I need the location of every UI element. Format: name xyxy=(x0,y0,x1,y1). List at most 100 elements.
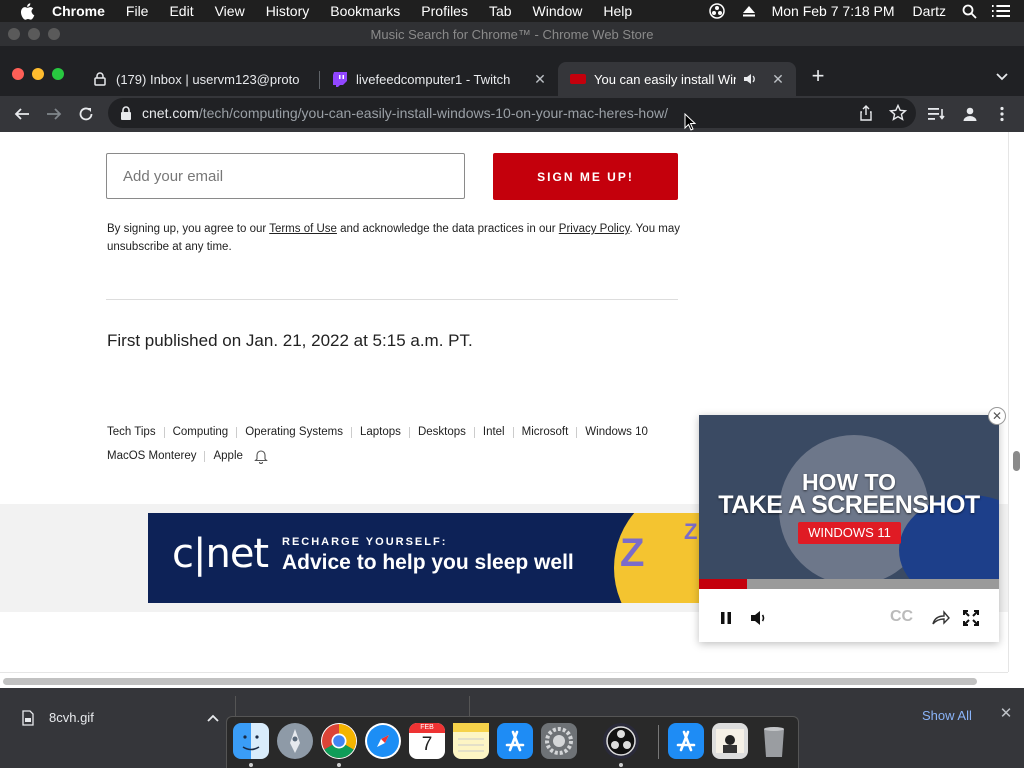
fullscreen-icon[interactable] xyxy=(961,608,981,628)
window-title: Music Search for Chrome™ - Chrome Web St… xyxy=(370,27,654,42)
terms-of-use-link[interactable]: Terms of Use xyxy=(269,223,337,235)
system-preferences-icon[interactable] xyxy=(541,723,577,759)
banner-kicker: RECHARGE YOURSELF: xyxy=(282,536,448,548)
speaker-audio-icon[interactable] xyxy=(742,71,758,87)
close-window-button[interactable] xyxy=(12,68,24,80)
tag-apple[interactable]: Apple xyxy=(213,450,242,462)
tab-strip: (179) Inbox | uservm123@proto livefeedco… xyxy=(0,46,1024,96)
show-all-downloads-link[interactable]: Show All xyxy=(922,708,972,723)
legal-text-middle: and acknowledge the data practices in ou… xyxy=(336,223,559,235)
menu-profiles[interactable]: Profiles xyxy=(421,3,468,19)
tag-intel[interactable]: Intel xyxy=(483,426,505,438)
menu-history[interactable]: History xyxy=(266,3,310,19)
menu-app-chrome[interactable]: Chrome xyxy=(52,3,105,19)
tag-desktops[interactable]: Desktops xyxy=(418,426,466,438)
email-input[interactable] xyxy=(106,153,465,199)
bell-notify-icon[interactable] xyxy=(253,448,269,464)
menu-window[interactable]: Window xyxy=(533,3,583,19)
forward-arrow-icon[interactable] xyxy=(44,104,64,124)
menu-bookmarks[interactable]: Bookmarks xyxy=(330,3,400,19)
dock-separator xyxy=(658,725,659,759)
launchpad-icon[interactable] xyxy=(277,723,313,759)
tag-tech-tips[interactable]: Tech Tips xyxy=(107,426,156,438)
menu-help[interactable]: Help xyxy=(603,3,632,19)
zoom-window-button[interactable] xyxy=(52,68,64,80)
tag-microsoft[interactable]: Microsoft xyxy=(522,426,569,438)
floating-video-player[interactable]: HOW TO TAKE A SCREENSHOT WINDOWS 11 CC xyxy=(699,415,999,642)
tag-windows-10[interactable]: Windows 10 xyxy=(585,426,648,438)
horizontal-scrollbar[interactable] xyxy=(0,672,1008,688)
pause-icon[interactable] xyxy=(716,608,736,628)
notes-icon[interactable] xyxy=(453,723,489,759)
tag-computing[interactable]: Computing xyxy=(173,426,229,438)
tag-macos-monterey[interactable]: MacOS Monterey xyxy=(107,450,196,462)
file-icon xyxy=(22,710,34,726)
video-progress-bar[interactable] xyxy=(699,579,999,589)
banner-headline: Advice to help you sleep well xyxy=(282,551,574,574)
closed-captions-button[interactable]: CC xyxy=(890,608,913,626)
app-store-downloads-icon[interactable] xyxy=(668,723,704,759)
video-frame[interactable]: HOW TO TAKE A SCREENSHOT WINDOWS 11 xyxy=(699,415,999,589)
menu-view[interactable]: View xyxy=(215,3,245,19)
menu-edit[interactable]: Edit xyxy=(169,3,193,19)
new-tab-button[interactable]: + xyxy=(808,65,828,87)
safari-icon[interactable] xyxy=(365,723,401,759)
profile-avatar-icon[interactable] xyxy=(960,104,980,124)
macos-dock: FEB 7 xyxy=(226,716,799,768)
vertical-scrollbar[interactable] xyxy=(1008,132,1024,672)
preview-photo-icon[interactable] xyxy=(712,723,748,759)
control-center-icon[interactable] xyxy=(992,2,1010,20)
trash-icon[interactable] xyxy=(756,723,792,759)
video-windows-badge: WINDOWS 11 xyxy=(798,522,901,544)
privacy-policy-link[interactable]: Privacy Policy xyxy=(559,223,630,235)
mouse-cursor-icon xyxy=(684,113,696,131)
calendar-day: 7 xyxy=(421,734,433,755)
back-arrow-icon[interactable] xyxy=(12,104,32,124)
tag-operating-systems[interactable]: Operating Systems xyxy=(245,426,343,438)
tab-label: You can easily install Windo xyxy=(594,71,736,87)
tab-close-button[interactable]: ✕ xyxy=(532,71,548,87)
tab-close-button[interactable]: ✕ xyxy=(770,71,786,87)
z-letter-icon: Z xyxy=(620,531,645,575)
topic-tags: Tech Tips Computing Operating Systems La… xyxy=(107,420,687,468)
app-store-icon[interactable] xyxy=(497,723,533,759)
obs-status-icon[interactable] xyxy=(708,2,726,20)
horizontal-scroll-thumb[interactable] xyxy=(3,678,977,685)
tab-search-chevron-icon[interactable] xyxy=(994,68,1010,84)
close-video-icon[interactable]: ✕ xyxy=(988,407,1006,425)
eject-icon[interactable] xyxy=(740,2,758,20)
legal-text-prefix: By signing up, you agree to our xyxy=(107,223,270,235)
sleep-advice-banner[interactable]: Z Z c|net RECHARGE YOURSELF: Advice to h… xyxy=(148,513,708,603)
tab-inbox[interactable]: (179) Inbox | uservm123@proto xyxy=(80,62,320,96)
chrome-menu-kebab-icon[interactable] xyxy=(992,104,1012,124)
calendar-icon[interactable]: FEB 7 xyxy=(409,723,445,759)
apple-menu-icon[interactable] xyxy=(18,1,38,21)
address-bar[interactable]: cnet.com/tech/computing/you-can-easily-i… xyxy=(108,98,916,128)
spotlight-search-icon[interactable] xyxy=(960,2,978,20)
download-filename[interactable]: 8cvh.gif xyxy=(49,710,94,725)
obs-icon[interactable] xyxy=(603,723,639,759)
share-arrow-icon[interactable] xyxy=(931,608,951,628)
minimize-window-button[interactable] xyxy=(32,68,44,80)
finder-icon[interactable] xyxy=(233,723,269,759)
share-icon[interactable] xyxy=(857,104,875,122)
menubar-user[interactable]: Dartz xyxy=(913,3,946,19)
bookmark-star-icon[interactable] xyxy=(889,104,907,122)
url-text[interactable]: cnet.com/tech/computing/you-can-easily-i… xyxy=(142,105,668,121)
tab-twitch[interactable]: livefeedcomputer1 - Twitch ✕ xyxy=(320,62,558,96)
reload-icon[interactable] xyxy=(76,104,96,124)
reading-list-icon[interactable] xyxy=(927,104,947,124)
chrome-icon[interactable] xyxy=(321,723,357,759)
lock-icon[interactable] xyxy=(120,106,132,120)
menubar-clock[interactable]: Mon Feb 7 7:18 PM xyxy=(772,3,895,19)
volume-icon[interactable] xyxy=(749,608,769,628)
menu-tab[interactable]: Tab xyxy=(489,3,512,19)
close-shelf-button[interactable]: ✕ xyxy=(999,706,1013,721)
menu-file[interactable]: File xyxy=(126,3,149,19)
vertical-scroll-thumb[interactable] xyxy=(1013,451,1020,471)
cnet-icon xyxy=(570,71,586,87)
sign-me-up-button[interactable]: SIGN ME UP! xyxy=(493,153,678,200)
tab-cnet-active[interactable]: You can easily install Windo ✕ xyxy=(558,62,796,96)
tag-laptops[interactable]: Laptops xyxy=(360,426,401,438)
chevron-up-icon[interactable] xyxy=(206,712,220,724)
